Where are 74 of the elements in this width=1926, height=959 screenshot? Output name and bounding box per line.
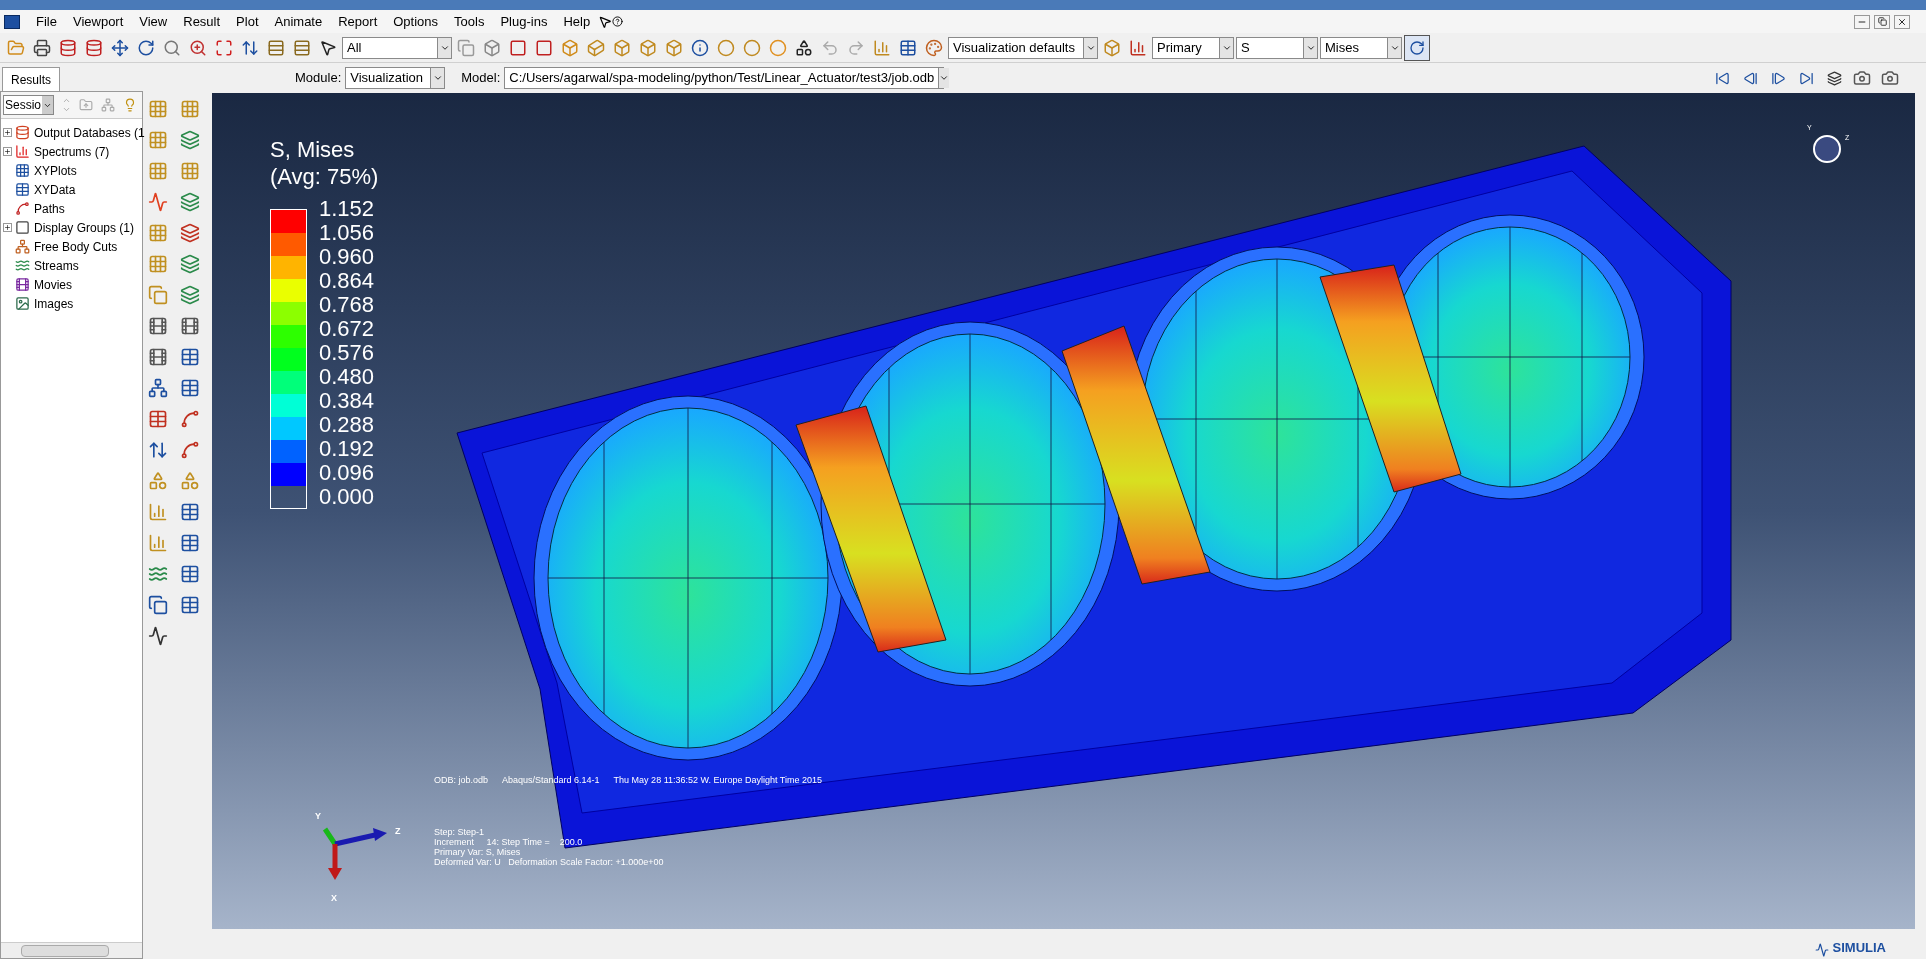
menu-item[interactable]: Tools bbox=[446, 11, 493, 32]
brand-logo-icon bbox=[1814, 943, 1829, 957]
step-info-text: Deformed Var: U Deformation Scale Factor: +1.000e+00 bbox=[434, 857, 664, 867]
menu-item[interactable]: Help bbox=[555, 11, 599, 32]
restore-icon[interactable] bbox=[1874, 14, 1890, 29]
legend-value: 0.384 bbox=[319, 389, 375, 413]
spectrum-icon bbox=[15, 144, 30, 159]
expand-icon[interactable] bbox=[3, 128, 12, 137]
tree-item[interactable]: XYData bbox=[34, 180, 76, 199]
grid-icon bbox=[15, 163, 30, 178]
refresh-icon bbox=[1409, 39, 1425, 56]
odb-info-text: ODB: job.odb bbox=[434, 774, 489, 787]
module-label: Module: bbox=[295, 69, 342, 88]
tree-item[interactable]: Spectrums (7) bbox=[34, 142, 110, 161]
session-dropdown[interactable]: Sessio bbox=[3, 95, 55, 115]
tree-item[interactable]: Streams bbox=[34, 256, 79, 275]
table-icon bbox=[15, 182, 30, 197]
legend-value: 0.192 bbox=[319, 437, 375, 461]
selection-filter-dropdown[interactable]: All bbox=[342, 36, 452, 59]
menu-item[interactable]: File bbox=[28, 11, 65, 32]
legend-value: 0.672 bbox=[319, 317, 375, 341]
variable-dropdown[interactable]: S bbox=[1236, 36, 1318, 59]
expand-icon[interactable] bbox=[3, 147, 12, 156]
tree-item[interactable]: Movies bbox=[34, 275, 72, 294]
legend-value: 0.000 bbox=[319, 485, 375, 509]
legend-value: 0.576 bbox=[319, 341, 375, 365]
menu-item[interactable]: Plug-ins bbox=[492, 11, 556, 32]
legend-value: 1.056 bbox=[319, 221, 375, 245]
menu-item[interactable]: Options bbox=[385, 11, 447, 32]
legend-subtitle: (Avg: 75%) bbox=[270, 163, 379, 191]
tree-item[interactable]: Images bbox=[34, 294, 74, 313]
tree-item[interactable]: Paths bbox=[34, 199, 65, 218]
legend-value: 0.768 bbox=[319, 293, 375, 317]
module-dropdown[interactable]: Visualization bbox=[345, 67, 446, 89]
display-group-icon bbox=[15, 220, 30, 235]
legend-value: 0.960 bbox=[319, 245, 375, 269]
results-tab[interactable]: Results bbox=[2, 67, 60, 91]
axis-label: Y bbox=[315, 810, 321, 823]
minimize-icon[interactable] bbox=[1854, 14, 1870, 29]
database-icon bbox=[15, 125, 30, 140]
path-icon bbox=[15, 201, 30, 216]
app-menu-icon[interactable] bbox=[4, 14, 20, 29]
legend-value: 0.288 bbox=[319, 413, 375, 437]
legend-title: S, Mises bbox=[270, 137, 356, 163]
expand-icon[interactable] bbox=[3, 223, 12, 232]
legend-value: 0.480 bbox=[319, 365, 375, 389]
close-icon[interactable] bbox=[1894, 14, 1910, 29]
legend-value: 0.864 bbox=[319, 269, 375, 293]
step-info-text: Primary Var: S, Mises bbox=[434, 847, 522, 857]
menu-item[interactable]: View bbox=[131, 11, 176, 32]
step-info-text: Step: Step-1 bbox=[434, 827, 486, 837]
position-dropdown[interactable]: Primary bbox=[1152, 36, 1234, 59]
invariant-dropdown[interactable]: Mises bbox=[1320, 36, 1402, 59]
menu-item[interactable]: Viewport bbox=[64, 11, 132, 32]
brand-name: SIMULIA bbox=[1832, 938, 1886, 957]
axis-label: Z bbox=[395, 825, 401, 838]
horizontal-scrollbar[interactable] bbox=[1, 942, 142, 958]
menu-item[interactable]: Result bbox=[175, 11, 229, 32]
color-code-dropdown[interactable]: Visualization defaults bbox=[948, 36, 1098, 59]
legend-value: 1.152 bbox=[319, 197, 375, 221]
image-icon bbox=[15, 296, 30, 311]
odb-info-text: Thu May 28 11:36:52 W. Europe Daylight Time 2015 bbox=[613, 774, 823, 787]
menu-item[interactable]: Plot bbox=[228, 11, 267, 32]
sync-button[interactable] bbox=[1404, 34, 1430, 61]
view-triad-icon[interactable] bbox=[1813, 135, 1841, 163]
tree-item[interactable]: Output Databases (1 bbox=[34, 123, 145, 142]
tree-item[interactable]: Display Groups (1) bbox=[34, 218, 135, 237]
axis-label: X bbox=[331, 892, 337, 905]
menu-item[interactable]: Report bbox=[330, 11, 386, 32]
legend-value: 0.096 bbox=[319, 461, 375, 485]
tree-item[interactable]: XYPlots bbox=[34, 161, 77, 180]
menu-item[interactable]: Animate bbox=[266, 11, 331, 32]
model-label: Model: bbox=[461, 69, 501, 88]
tree-item[interactable]: Free Body Cuts bbox=[34, 237, 118, 256]
